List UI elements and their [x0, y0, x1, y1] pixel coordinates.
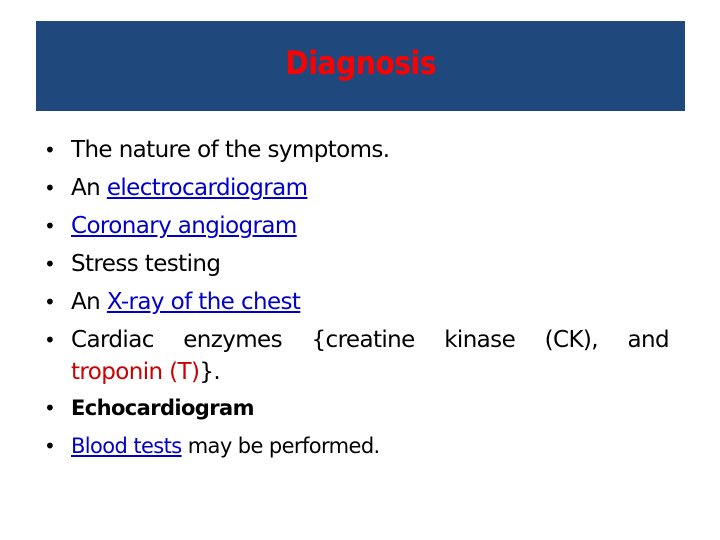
electrocardiogram-link[interactable]: electrocardiogram [107, 175, 308, 201]
chest-xray-link[interactable]: X-ray of the chest [107, 289, 301, 315]
bullet-icon: • [44, 252, 56, 276]
bullet-icon: • [44, 396, 56, 420]
troponin-highlight: troponin (T) [71, 359, 200, 385]
list-item: • Stress testing [44, 245, 669, 283]
bullet-list: • The nature of the symptoms. • An elect… [44, 131, 670, 464]
bullet-icon: • [44, 176, 56, 200]
item-text: Cardiac enzymes {creatine kinase (CK), a… [71, 327, 670, 353]
list-item: • The nature of the symptoms. [44, 131, 669, 169]
coronary-angiogram-link[interactable]: Coronary angiogram [71, 213, 297, 239]
blood-tests-link[interactable]: Blood tests [71, 434, 182, 458]
list-item: • Coronary angiogram [44, 207, 669, 245]
bullet-icon: • [44, 214, 56, 238]
list-item: • Blood tests may be performed. [44, 429, 669, 464]
bullet-icon: • [44, 138, 56, 162]
item-text: Stress testing [71, 251, 221, 277]
bullet-icon: • [44, 434, 56, 458]
item-text-bold: Echocardiogram [71, 396, 254, 420]
slide-title: Diagnosis [285, 44, 436, 82]
list-item: • An X-ray of the chest [44, 283, 669, 321]
bullet-icon: • [44, 328, 56, 352]
bullet-icon: • [44, 290, 56, 314]
list-item: • Cardiac enzymes {creatine kinase (CK),… [44, 324, 670, 388]
item-prefix: An [71, 175, 107, 201]
item-suffix: }. [199, 359, 221, 385]
item-suffix: may be performed. [181, 434, 381, 458]
item-text: The nature of the symptoms. [71, 137, 390, 163]
list-item: • An electrocardiogram [44, 169, 669, 207]
slide-header: Diagnosis [36, 21, 685, 111]
list-item: • Echocardiogram [44, 391, 669, 426]
item-prefix: An [71, 289, 107, 315]
